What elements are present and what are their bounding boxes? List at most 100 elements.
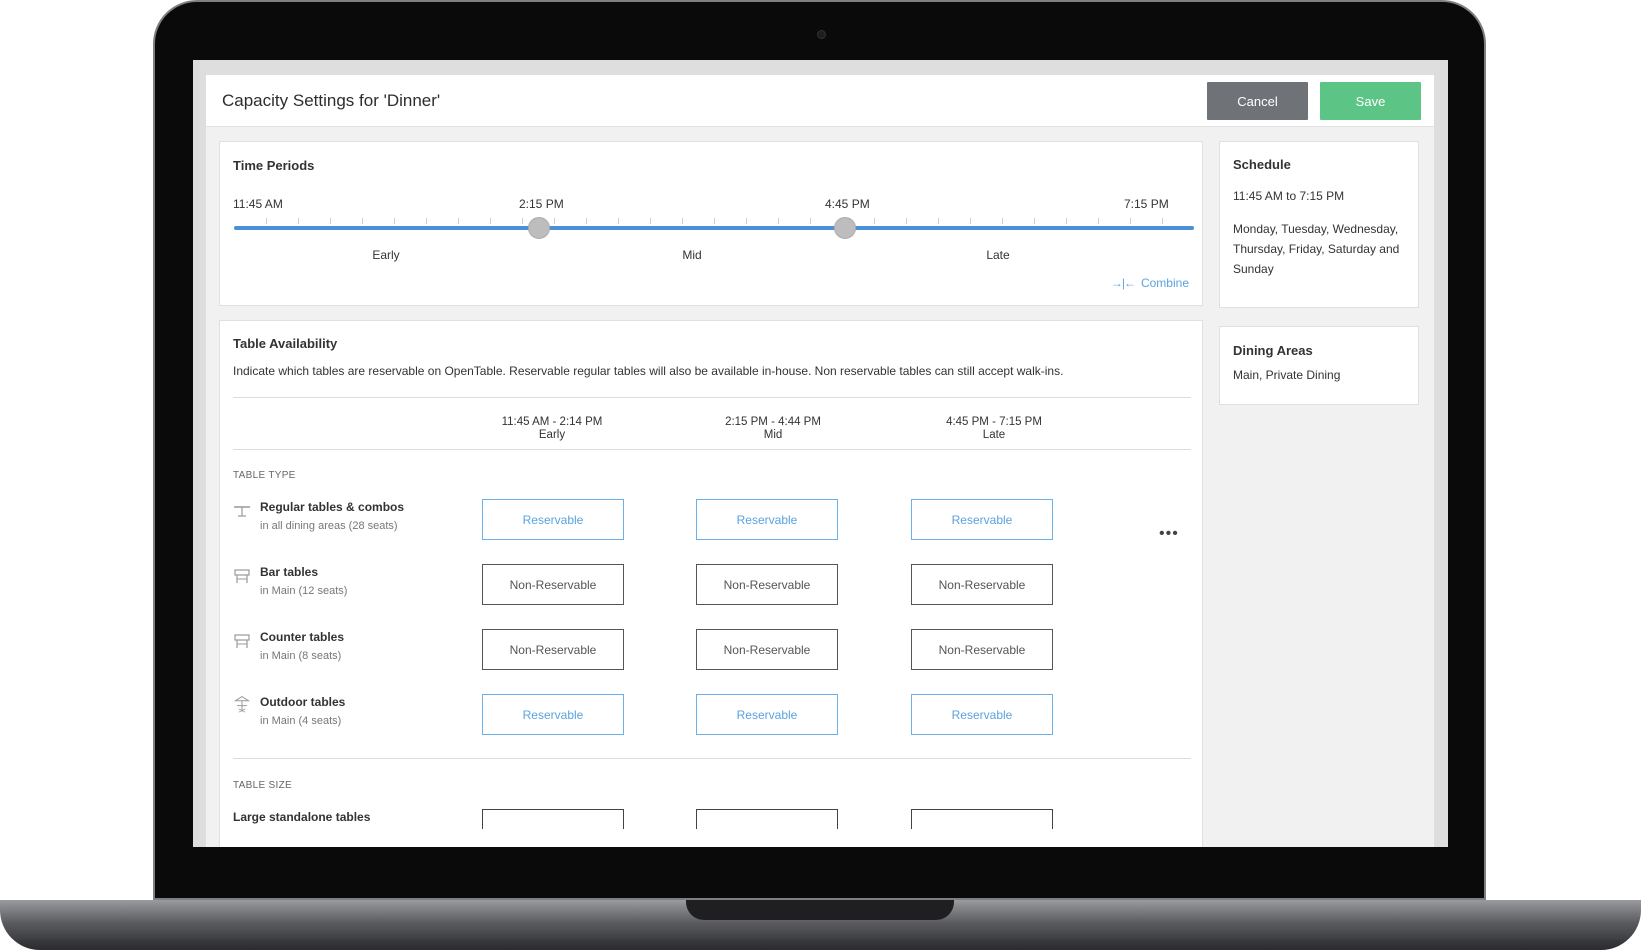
- column-header-late: 4:45 PM - 7:15 PM Late: [924, 416, 1064, 442]
- slider-tick: [522, 218, 523, 224]
- camera-icon: [817, 30, 826, 39]
- row-sub-bar: in Main (12 seats): [260, 585, 348, 597]
- table-availability-card: Table Availability Indicate which tables…: [219, 320, 1203, 847]
- period-label-early: Early: [372, 248, 400, 262]
- counter-early-toggle[interactable]: Non-Reservable: [482, 629, 624, 670]
- slider-tick: [1002, 218, 1003, 224]
- time-periods-card: Time Periods 11:45 AM 2:15 PM 4:45 PM 7:…: [219, 141, 1203, 306]
- capacity-settings-app: Capacity Settings for 'Dinner' Cancel Sa…: [206, 75, 1434, 847]
- large-standalone-mid-toggle[interactable]: [696, 809, 838, 829]
- schedule-days-line2: Thursday, Friday, Saturday and: [1233, 242, 1400, 256]
- table-icon: [234, 506, 250, 517]
- counter-stool-icon: [234, 634, 250, 648]
- slider-tick: [330, 218, 331, 224]
- bar-stool-icon: [234, 569, 250, 583]
- combine-label: Combine: [1140, 276, 1189, 290]
- outdoor-mid-toggle[interactable]: Reservable: [696, 694, 838, 735]
- table-availability-description: Indicate which tables are reservable on …: [233, 364, 1064, 378]
- regular-mid-toggle[interactable]: Reservable: [696, 499, 838, 540]
- more-options-icon[interactable]: •••: [1159, 525, 1179, 543]
- bar-late-toggle[interactable]: Non-Reservable: [911, 564, 1053, 605]
- slider-handle-mid-late[interactable]: [834, 217, 856, 239]
- period-label-late: Late: [986, 248, 1010, 262]
- slider-tick: [1098, 218, 1099, 224]
- row-name-outdoor: Outdoor tables: [260, 695, 346, 709]
- slider-tick: [554, 218, 555, 224]
- row-name-large-standalone: Large standalone tables: [233, 810, 371, 824]
- schedule-days-line3: Sunday: [1233, 262, 1274, 276]
- slider-tick: [1162, 218, 1163, 224]
- header-bar: Capacity Settings for 'Dinner' Cancel Sa…: [206, 75, 1434, 127]
- slider-tick: [682, 218, 683, 224]
- row-name-regular: Regular tables & combos: [260, 500, 405, 514]
- screen: Capacity Settings for 'Dinner' Cancel Sa…: [193, 60, 1448, 847]
- slider-tick: [618, 218, 619, 224]
- divider: [233, 758, 1191, 759]
- dining-areas-card: Dining Areas Main, Private Dining: [1219, 326, 1419, 405]
- slider-tick: [1034, 218, 1035, 224]
- large-standalone-early-toggle[interactable]: [482, 809, 624, 829]
- regular-early-toggle[interactable]: Reservable: [482, 499, 624, 540]
- column-header-mid: 2:15 PM - 4:44 PM Mid: [703, 416, 843, 442]
- column-time: 2:15 PM - 4:44 PM: [725, 416, 821, 428]
- laptop-shadow: [20, 940, 1620, 950]
- slider-tick: [298, 218, 299, 224]
- large-standalone-late-toggle[interactable]: [911, 809, 1053, 829]
- outdoor-late-toggle[interactable]: Reservable: [911, 694, 1053, 735]
- slider-tick: [426, 218, 427, 224]
- slider-tick: [810, 218, 811, 224]
- combine-link[interactable]: →|← Combine: [1111, 276, 1189, 290]
- time-slider-track[interactable]: [234, 226, 1194, 230]
- slider-tick: [1066, 218, 1067, 224]
- slider-tick: [266, 218, 267, 224]
- row-sub-counter: in Main (8 seats): [260, 650, 342, 662]
- period-label-mid: Mid: [682, 248, 702, 262]
- bar-mid-toggle[interactable]: Non-Reservable: [696, 564, 838, 605]
- column-period: Late: [982, 429, 1006, 441]
- regular-late-toggle[interactable]: Reservable: [911, 499, 1053, 540]
- slider-start-label: 11:45 AM: [233, 197, 283, 211]
- schedule-title: Schedule: [1233, 157, 1291, 172]
- slider-tick: [778, 218, 779, 224]
- dining-areas-value: Main, Private Dining: [1233, 368, 1341, 382]
- outdoor-early-toggle[interactable]: Reservable: [482, 694, 624, 735]
- page-title: Capacity Settings for 'Dinner': [222, 91, 441, 110]
- row-sub-regular: in all dining areas (28 seats): [260, 520, 398, 532]
- save-button[interactable]: Save: [1320, 82, 1421, 120]
- column-time: 11:45 AM - 2:14 PM: [501, 416, 603, 428]
- slider-tick: [906, 218, 907, 224]
- table-availability-title: Table Availability: [233, 336, 338, 351]
- slider-handle2-label: 4:45 PM: [825, 197, 870, 211]
- slider-tick: [714, 218, 715, 224]
- bar-early-toggle[interactable]: Non-Reservable: [482, 564, 624, 605]
- slider-handle1-label: 2:15 PM: [519, 197, 564, 211]
- row-name-bar: Bar tables: [260, 565, 319, 579]
- schedule-card: Schedule 11:45 AM to 7:15 PM Monday, Tue…: [1219, 141, 1419, 308]
- divider: [233, 449, 1191, 450]
- row-name-counter: Counter tables: [260, 630, 345, 644]
- slider-tick: [458, 218, 459, 224]
- slider-tick: [874, 218, 875, 224]
- column-period: Mid: [763, 429, 783, 441]
- counter-late-toggle[interactable]: Non-Reservable: [911, 629, 1053, 670]
- column-header-early: 11:45 AM - 2:14 PM Early: [482, 416, 622, 442]
- row-sub-outdoor: in Main (4 seats): [260, 715, 342, 727]
- schedule-time-range: 11:45 AM to 7:15 PM: [1233, 189, 1345, 203]
- dining-areas-title: Dining Areas: [1233, 343, 1313, 358]
- umbrella-table-icon: [233, 696, 251, 713]
- column-period: Early: [538, 429, 566, 441]
- slider-end-label: 7:15 PM: [1124, 197, 1169, 211]
- table-size-label: TABLE SIZE: [233, 780, 292, 791]
- slider-tick: [938, 218, 939, 224]
- combine-arrows-icon: →|←: [1110, 276, 1136, 290]
- slider-handle-early-mid[interactable]: [528, 217, 550, 239]
- slider-tick: [394, 218, 395, 224]
- slider-tick: [650, 218, 651, 224]
- slider-tick: [970, 218, 971, 224]
- slider-tick: [1130, 218, 1131, 224]
- cancel-button[interactable]: Cancel: [1207, 82, 1308, 120]
- slider-tick: [586, 218, 587, 224]
- time-periods-title: Time Periods: [233, 158, 315, 173]
- counter-mid-toggle[interactable]: Non-Reservable: [696, 629, 838, 670]
- slider-tick: [362, 218, 363, 224]
